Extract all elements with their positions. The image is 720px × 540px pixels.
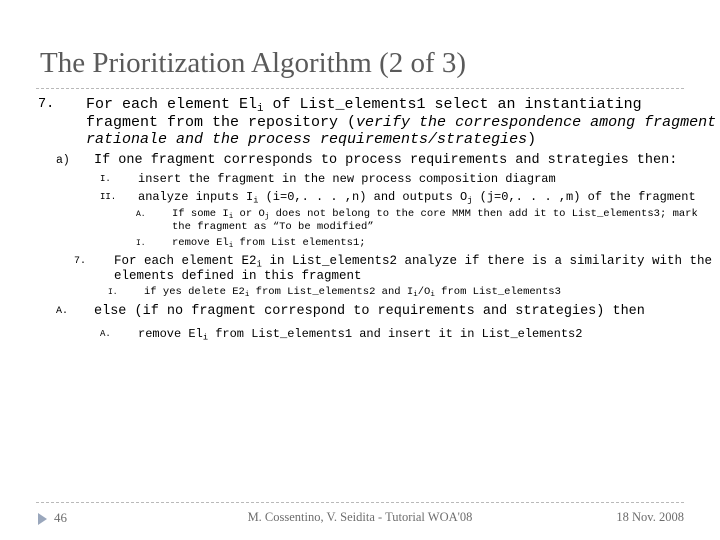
outline-marker: a): [56, 153, 70, 167]
outline-item: I. if yes delete E2i from List_elements2 …: [0, 286, 720, 299]
outline-marker: II.: [100, 192, 117, 202]
title-divider: [36, 88, 684, 89]
outline-item: I. remove Eli from List elements1;: [0, 237, 720, 250]
plain-text: from List_elements2 and I: [249, 286, 414, 298]
slide-body-list: 7. For each element Eli of List_elements1…: [0, 96, 720, 342]
outline-text: remove Eli from List_elements1 and inser…: [138, 327, 720, 342]
outline-marker: 7.: [74, 256, 87, 267]
plain-text: ): [527, 131, 537, 148]
plain-text: remove El: [172, 237, 229, 249]
outline-marker: A.: [136, 210, 146, 219]
plain-text: (j=0,. . . ,m) of the fragment: [472, 190, 696, 204]
footer-divider: [36, 502, 684, 503]
plain-text: If one fragment corresponds to process r…: [94, 152, 678, 168]
slide-root: The Prioritization Algorithm (2 of 3) 7.…: [0, 0, 720, 540]
plain-text: analyze inputs I: [138, 190, 254, 204]
outline-text: For each element E2i in List_elements2 a…: [114, 254, 720, 284]
outline-marker: 7.: [38, 97, 55, 112]
outline-text: if yes delete E2i from List_elements2 an…: [144, 286, 720, 299]
outline-text: else (if no fragment correspond to requi…: [94, 304, 720, 321]
plain-text: or O: [233, 208, 265, 220]
plain-text: For each element E2: [114, 254, 257, 268]
plain-text: If some I: [172, 208, 229, 220]
outline-marker: I.: [136, 239, 146, 248]
outline-text: insert the fragment in the new process c…: [138, 172, 720, 187]
plain-text: For each element El: [86, 96, 258, 113]
footer-date: 18 Nov. 2008: [616, 510, 684, 524]
outline-marker: I.: [108, 288, 118, 297]
outline-item: 7. For each element E2i in List_elements2…: [0, 254, 720, 284]
plain-text: if yes delete E2: [144, 286, 245, 298]
slide-title: The Prioritization Algorithm (2 of 3): [40, 47, 467, 79]
outline-text: If one fragment corresponds to process r…: [94, 153, 720, 170]
outline-text: analyze inputs Ii (i=0,. . . ,n) and out…: [138, 190, 720, 205]
outline-marker: I.: [100, 174, 111, 184]
outline-item: I. insert the fragment in the new process…: [0, 172, 720, 187]
plain-text: from List elements1;: [233, 237, 366, 249]
plain-text: (i=0,. . . ,n) and outputs O: [258, 190, 468, 204]
outline-item: a) If one fragment corresponds to process…: [0, 153, 720, 170]
outline-item: 7. For each element Eli of List_elements1…: [0, 96, 720, 149]
outline-item: A. If some Ii or Oj does not belong to th…: [0, 208, 720, 234]
outline-text: remove Eli from List elements1;: [172, 237, 720, 250]
outline-item: A. remove Eli from List_elements1 and ins…: [0, 327, 720, 342]
slide-footer: 46 M. Cossentino, V. Seidita - Tutorial …: [0, 506, 720, 534]
outline-item: A. else (if no fragment correspond to req…: [0, 304, 720, 321]
outline-marker: A.: [56, 306, 69, 317]
footer-center-text: M. Cossentino, V. Seidita - Tutorial WOA…: [247, 510, 473, 524]
outline-text: If some Ii or Oj does not belong to the …: [172, 208, 720, 234]
plain-text: else (if no fragment correspond to requi…: [94, 304, 645, 319]
outline-item: II. analyze inputs Ii (i=0,. . . ,n) and …: [0, 190, 720, 205]
plain-text: remove El: [138, 326, 203, 341]
plain-text: from List_elements3: [434, 286, 561, 298]
outline-text: For each element Eli of List_elements1 s…: [86, 96, 720, 149]
plain-text: from List_elements1 and insert it in Lis…: [208, 326, 583, 341]
outline-marker: A.: [100, 328, 111, 339]
plain-text: insert the fragment in the new process c…: [138, 172, 556, 186]
plain-text: /O: [417, 286, 431, 298]
